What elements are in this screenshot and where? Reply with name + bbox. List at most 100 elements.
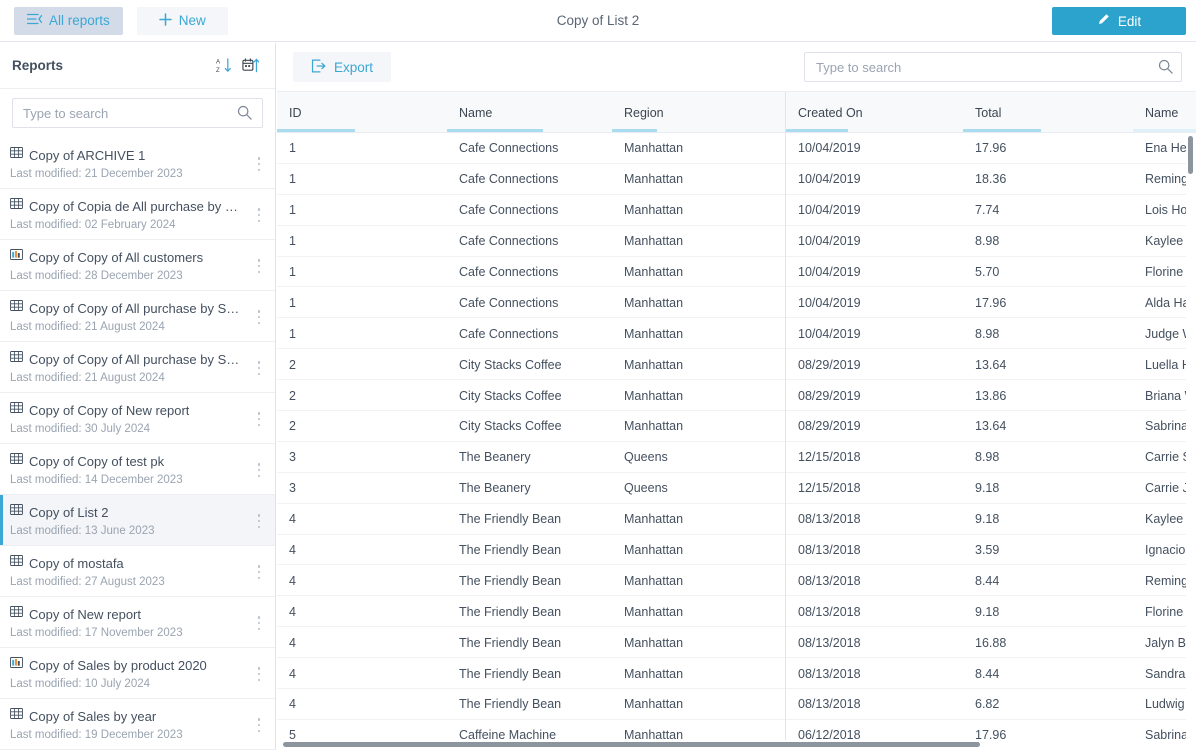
- table-cell: 10/04/2019: [798, 172, 861, 187]
- column-resize-handle[interactable]: [277, 129, 355, 132]
- column-header[interactable]: Name: [447, 92, 612, 133]
- report-item-name: Copy of Copy of All customers: [29, 249, 204, 265]
- table-row[interactable]: 4 The Friendly Bean Manhattan 08/13/2018 9.1…: [277, 596, 1196, 628]
- table-cell: Manhattan: [624, 172, 684, 187]
- report-list-item[interactable]: Copy of Copy of All purchase by San… Last…: [0, 291, 275, 342]
- table-row[interactable]: 1 Cafe Connections Manhattan 10/04/2019 7.74…: [277, 195, 1196, 226]
- report-list-item[interactable]: Copy of New report Last modified: 17 Nove…: [0, 597, 275, 648]
- report-item-modified: Last modified: 17 November 2023: [10, 627, 183, 639]
- table-cell: 10/04/2019: [798, 295, 861, 310]
- report-list-item[interactable]: Copy of Copy of test pk Last modified: 14…: [0, 444, 275, 495]
- new-report-button[interactable]: New: [136, 6, 228, 35]
- sidebar-search-input[interactable]: [12, 98, 263, 128]
- report-item-menu-icon[interactable]: [251, 410, 267, 428]
- chart-report-icon: [10, 656, 23, 674]
- reports-list[interactable]: Copy of ARCHIVE 1 Last modified: 21 Decem…: [0, 138, 275, 750]
- grid-body[interactable]: 1 Cafe Connections Manhattan 10/04/2019 17.9…: [277, 133, 1196, 749]
- column-resize-handle[interactable]: [447, 129, 543, 132]
- report-item-menu-icon[interactable]: [251, 512, 267, 530]
- table-cell: City Stacks Coffee: [459, 388, 562, 403]
- table-row[interactable]: 1 Cafe Connections Manhattan 10/04/2019 18.3…: [277, 164, 1196, 195]
- table-cell: Cafe Connections: [459, 141, 559, 156]
- column-header[interactable]: ID: [277, 92, 447, 133]
- column-resize-handle[interactable]: [963, 129, 1041, 132]
- column-resize-handle[interactable]: [612, 129, 657, 132]
- report-item-menu-icon[interactable]: [251, 308, 267, 326]
- report-item-menu-icon[interactable]: [251, 614, 267, 632]
- report-item-row: Copy of Sales by product 2020: [10, 656, 245, 674]
- table-row[interactable]: 1 Cafe Connections Manhattan 10/04/2019 8.98…: [277, 318, 1196, 350]
- table-cell: 3: [289, 481, 296, 496]
- table-row[interactable]: 3 The Beanery Queens 12/15/2018 8.98 Carrie S…: [277, 442, 1196, 473]
- table-cell: 5.70: [975, 265, 1000, 279]
- report-item-name: Copy of Copy of test pk: [29, 453, 165, 469]
- report-list-item[interactable]: Copy of Copia de All purchase by Sa… Last…: [0, 189, 275, 240]
- table-row[interactable]: 4 The Friendly Bean Manhattan 08/13/2018 6.8…: [277, 689, 1196, 720]
- table-row[interactable]: 4 The Friendly Bean Manhattan 08/13/2018 9.1…: [277, 504, 1196, 535]
- table-row[interactable]: 2 City Stacks Coffee Manhattan 08/29/2019 13…: [277, 411, 1196, 442]
- report-item-menu-icon[interactable]: [251, 257, 267, 275]
- report-list-item[interactable]: Copy of Copy of All purchase by San… Last…: [0, 342, 275, 393]
- table-cell: 4: [289, 635, 296, 650]
- table-cell: Manhattan: [624, 326, 684, 341]
- sort-date-asc-icon[interactable]: [237, 53, 263, 79]
- table-cell: 4: [289, 543, 296, 558]
- all-reports-button[interactable]: All reports: [14, 6, 123, 35]
- report-item-menu-icon[interactable]: [251, 359, 267, 377]
- table-row[interactable]: 4 The Friendly Bean Manhattan 08/13/2018 8.4…: [277, 565, 1196, 597]
- column-header[interactable]: Region: [612, 92, 785, 133]
- table-cell: 2: [289, 388, 296, 403]
- table-row[interactable]: 1 Cafe Connections Manhattan 10/04/2019 17.9…: [277, 133, 1196, 164]
- table-row[interactable]: 1 Cafe Connections Manhattan 10/04/2019 5.70…: [277, 257, 1196, 288]
- table-row[interactable]: 4 The Friendly Bean Manhattan 08/13/2018 16.…: [277, 627, 1196, 659]
- report-list-item[interactable]: Copy of ARCHIVE 1 Last modified: 21 Decem…: [0, 138, 275, 189]
- sort-alpha-desc-icon[interactable]: A Z: [211, 53, 237, 79]
- column-header[interactable]: Name: [1133, 92, 1196, 133]
- report-item-menu-icon[interactable]: [251, 716, 267, 734]
- report-item-row: Copy of New report: [10, 605, 245, 623]
- report-list-item[interactable]: Copy of mostafa Last modified: 27 August …: [0, 546, 275, 597]
- report-item-menu-icon[interactable]: [251, 461, 267, 479]
- table-cell: 3: [289, 450, 296, 465]
- report-item-menu-icon[interactable]: [251, 206, 267, 224]
- table-row[interactable]: 4 The Friendly Bean Manhattan 08/13/2018 8.4…: [277, 658, 1196, 690]
- table-cell: 10/04/2019: [798, 326, 861, 341]
- edit-button[interactable]: Edit: [1052, 7, 1186, 35]
- report-item-row: Copy of Copy of All purchase by San…: [10, 350, 245, 368]
- report-item-menu-icon[interactable]: [251, 155, 267, 173]
- table-search-input[interactable]: [804, 52, 1182, 82]
- table-row[interactable]: 1 Cafe Connections Manhattan 10/04/2019 8.98…: [277, 226, 1196, 257]
- report-item-menu-icon[interactable]: [251, 665, 267, 683]
- export-button[interactable]: Export: [293, 52, 392, 82]
- table-row[interactable]: 4 The Friendly Bean Manhattan 08/13/2018 3.5…: [277, 535, 1196, 566]
- report-item-menu-icon[interactable]: [251, 563, 267, 581]
- table-cell: 1: [289, 203, 296, 218]
- column-resize-handle[interactable]: [1133, 129, 1196, 132]
- table-row[interactable]: 2 City Stacks Coffee Manhattan 08/29/2019 13…: [277, 380, 1196, 412]
- table-cell: 18.36: [975, 172, 1007, 187]
- column-header[interactable]: Created On: [786, 92, 963, 133]
- column-header[interactable]: Total: [963, 92, 1133, 133]
- report-list-item[interactable]: Copy of Copy of New report Last modified:…: [0, 393, 275, 444]
- vertical-scrollbar-thumb[interactable]: [1188, 136, 1193, 174]
- table-cell: 8.44: [975, 573, 1000, 588]
- table-row[interactable]: 2 City Stacks Coffee Manhattan 08/29/2019 13…: [277, 349, 1196, 381]
- table-cell: The Beanery: [459, 481, 531, 496]
- report-list-item[interactable]: Copy of List 2 Last modified: 13 June 202…: [0, 495, 275, 546]
- report-item-modified: Last modified: 27 August 2023: [10, 576, 165, 588]
- report-list-item[interactable]: Copy of Sales by year Last modified: 19 D…: [0, 699, 275, 750]
- edit-label: Edit: [1117, 13, 1142, 29]
- table-report-icon: [10, 146, 23, 164]
- report-list-item[interactable]: Copy of Sales by product 2020 Last modifi…: [0, 648, 275, 699]
- report-list-item[interactable]: Copy of Copy of All customers Last modifi…: [0, 240, 275, 291]
- table-row[interactable]: 1 Cafe Connections Manhattan 10/04/2019 17.9…: [277, 287, 1196, 319]
- table-row[interactable]: 3The BeaneryQueens12/15/20189.18Carrie J…: [277, 473, 1196, 504]
- vertical-scrollbar-track[interactable]: [1186, 133, 1196, 749]
- chart-report-icon: [10, 248, 23, 266]
- table-cell: 9.18: [975, 512, 1000, 527]
- table-cell: 08/29/2019: [798, 388, 861, 403]
- table-cell: Manhattan: [624, 419, 684, 434]
- table-cell: Cafe Connections: [459, 295, 559, 310]
- horizontal-scrollbar-thumb[interactable]: [283, 742, 980, 747]
- column-resize-handle[interactable]: [786, 129, 848, 132]
